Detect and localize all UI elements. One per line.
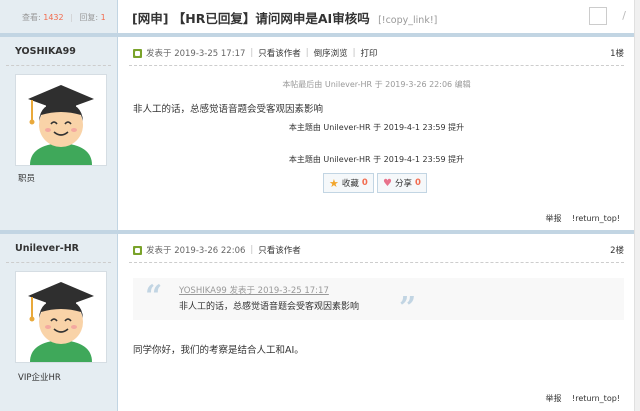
bump-notice: 本主题由 Unilever-HR 于 2019-4-1 23:59 提升 <box>288 155 465 164</box>
post-meta: 发表于 2019-3-26 22:06 | 只看该作者 <box>133 244 301 256</box>
copy-link[interactable]: [!copy_link!] <box>378 15 437 26</box>
post-footer: 举报 !return_top! <box>545 213 620 224</box>
favorite-count: 0 <box>361 178 368 188</box>
online-icon <box>133 245 142 255</box>
share-label: 分享 <box>394 179 412 189</box>
views-count: 1432 <box>43 13 64 22</box>
favorite-label: 收藏 <box>341 179 359 189</box>
reverse-order-link[interactable]: 倒序浏览 <box>314 47 348 59</box>
thread-header: [网申] 【HR已回复】请问网申是AI审核吗 [!copy_link!] / <box>118 0 634 33</box>
avatar-icon <box>16 75 106 165</box>
floor-number[interactable]: 1楼 <box>610 47 624 59</box>
post-2: Unilever-HR VIP企业HR 发表于 2019-3-26 22:06 … <box>0 234 634 411</box>
divider <box>6 262 111 263</box>
share-count: 0 <box>414 178 421 188</box>
pencil-icon[interactable]: / <box>622 9 626 22</box>
divider <box>129 65 624 66</box>
quote-author-link[interactable]: YOSHIKA99 发表于 2019-3-25 17:17 <box>179 284 329 296</box>
only-author-link[interactable]: 只看该作者 <box>258 244 301 256</box>
floor-number[interactable]: 2楼 <box>610 244 624 256</box>
post-meta: 发表于 2019-3-25 17:17 | 只看该作者 | 倒序浏览 | 打印 <box>133 47 378 59</box>
online-icon <box>133 48 142 58</box>
quote-block: “ YOSHIKA99 发表于 2019-3-25 17:17 非人工的话，总感… <box>133 278 624 324</box>
post-content-area: 发表于 2019-3-26 22:06 | 只看该作者 2楼 “ YOSHIKA… <box>119 234 634 411</box>
return-top-link[interactable]: !return_top! <box>572 394 620 403</box>
avatar[interactable] <box>15 271 107 363</box>
return-top-link[interactable]: !return_top! <box>572 214 620 223</box>
edit-note: 本帖最后由 Unilever-HR 于 2019-3-26 22:06 编辑 <box>282 80 471 89</box>
post-body: 同学你好，我们的考察是结合人工和AI。 <box>133 345 304 356</box>
post-time: 发表于 2019-3-25 17:17 <box>146 49 246 59</box>
scrollbar[interactable] <box>634 0 640 411</box>
heart-icon: ♥ <box>383 177 392 189</box>
thread-stats: 查看: 1432 | 回复: 1 <box>22 12 106 23</box>
report-link[interactable]: 举报 <box>545 214 561 223</box>
favorite-button[interactable]: ★ 收藏 0 <box>323 173 374 193</box>
post-time: 发表于 2019-3-26 22:06 <box>146 246 246 256</box>
replies-count: 1 <box>100 13 106 22</box>
thread-title: [网申] 【HR已回复】请问网申是AI审核吗 [!copy_link!] <box>132 8 437 27</box>
author-role: VIP企业HR <box>18 373 61 383</box>
share-button[interactable]: ♥ 分享 0 <box>377 173 427 193</box>
post-content-area: 发表于 2019-3-25 17:17 | 只看该作者 | 倒序浏览 | 打印 … <box>119 37 634 230</box>
stats-divider: | <box>70 13 73 22</box>
thread-stats-panel: 查看: 1432 | 回复: 1 <box>0 0 118 33</box>
author-role: 职员 <box>18 174 36 184</box>
author-name[interactable]: Unilever-HR <box>15 243 79 254</box>
post-body: 非人工的话，总感觉语音题会受客观因素影响 <box>133 104 324 115</box>
thread-title-text: [网申] 【HR已回复】请问网申是AI审核吗 <box>132 11 370 26</box>
quote-open-icon: “ <box>145 279 163 314</box>
author-panel: YOSHIKA99 职员 <box>0 37 118 230</box>
replies-label: 回复: <box>79 13 99 22</box>
report-link[interactable]: 举报 <box>545 394 561 403</box>
divider <box>129 262 624 263</box>
author-panel: Unilever-HR VIP企业HR <box>0 234 118 411</box>
print-link[interactable]: 打印 <box>361 47 378 59</box>
avatar[interactable] <box>15 74 107 166</box>
quote-text: 非人工的话，总感觉语音题会受客观因素影响 <box>179 302 360 312</box>
post-1: YOSHIKA99 职员 发表于 2019-3-25 17:17 | 只看该作者… <box>0 37 634 230</box>
thread-tool-box[interactable] <box>589 7 607 25</box>
author-name[interactable]: YOSHIKA99 <box>15 46 76 57</box>
avatar-icon <box>16 272 106 362</box>
post-footer: 举报 !return_top! <box>545 393 620 404</box>
divider <box>6 65 111 66</box>
only-author-link[interactable]: 只看该作者 <box>258 47 301 59</box>
bump-notice: 本主题由 Unilever-HR 于 2019-4-1 23:59 提升 <box>288 123 465 132</box>
quote-close-icon: ” <box>399 291 417 326</box>
star-icon: ★ <box>329 176 339 190</box>
views-label: 查看: <box>22 13 41 22</box>
